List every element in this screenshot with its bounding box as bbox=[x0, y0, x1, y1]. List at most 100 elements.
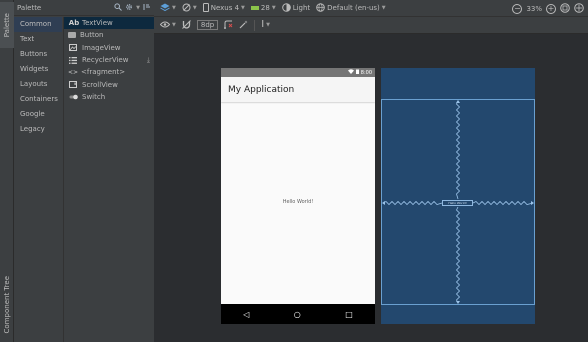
infer-constraints-button[interactable] bbox=[239, 20, 248, 31]
blueprint-constraints bbox=[382, 100, 534, 304]
eye-icon bbox=[159, 21, 171, 30]
widget-item-button[interactable]: Button bbox=[64, 29, 154, 41]
image-icon bbox=[68, 44, 78, 52]
component-tree-tool-tab[interactable]: Component Tree bbox=[0, 270, 14, 340]
list-icon bbox=[68, 56, 78, 64]
palette-category-layouts[interactable]: Layouts bbox=[14, 77, 62, 92]
palette-widget-list: Ab TextView Button ImageView RecyclerVie… bbox=[63, 17, 154, 342]
zoom-level: 33% bbox=[526, 4, 542, 13]
chevron-down-icon: ▼ bbox=[172, 5, 176, 11]
device-selector[interactable]: Nexus 4 ▼ bbox=[202, 2, 245, 14]
magnet-off-icon bbox=[182, 19, 191, 31]
zoom-out-icon[interactable]: − bbox=[512, 3, 523, 14]
design-surface-phone[interactable]: 8:00 My Application Hello World! ◁ ○ □ bbox=[221, 68, 375, 324]
widget-item-label: ScrollView bbox=[82, 80, 118, 89]
widget-item-label: <fragment> bbox=[81, 68, 126, 77]
palette-header: Palette ▼ bbox=[14, 0, 154, 16]
palette-panel: Palette ▼ Common Text Buttons Widgets La… bbox=[14, 0, 154, 342]
globe-icon bbox=[316, 2, 325, 14]
constraint-end-arrow bbox=[531, 201, 534, 205]
palette-title: Palette bbox=[17, 3, 42, 12]
locale-selector[interactable]: Default (en-us) ▼ bbox=[316, 2, 386, 14]
palette-category-common[interactable]: Common bbox=[14, 17, 62, 32]
constraint-top-arrow bbox=[456, 100, 460, 103]
zoom-fit-icon[interactable] bbox=[560, 2, 570, 15]
palette-category-google[interactable]: Google bbox=[14, 107, 62, 122]
orientation-button[interactable]: ▼ bbox=[182, 3, 197, 14]
hello-textview[interactable]: Hello World! bbox=[221, 199, 375, 205]
widget-item-label: Button bbox=[80, 31, 104, 40]
widget-item-textview[interactable]: Ab TextView bbox=[64, 17, 154, 30]
widget-item-label: Switch bbox=[82, 92, 106, 101]
chevron-down-icon: ▼ bbox=[192, 5, 197, 11]
phone-icon bbox=[202, 2, 209, 14]
palette-category-list: Common Text Buttons Widgets Layouts Cont… bbox=[14, 17, 62, 137]
design-surface-button[interactable]: ▼ bbox=[160, 3, 176, 14]
code-brackets-icon: <> bbox=[67, 68, 79, 76]
widget-item-switch[interactable]: Switch bbox=[64, 91, 154, 103]
app-bar: My Application bbox=[221, 77, 375, 102]
constraint-bottom-spring bbox=[455, 206, 461, 304]
back-icon: ◁ bbox=[243, 309, 250, 319]
pan-icon[interactable] bbox=[574, 2, 584, 15]
align-menu-button[interactable]: I ▼ bbox=[261, 19, 271, 30]
blueprint-surface[interactable]: Hello World! bbox=[381, 68, 535, 324]
status-bar: 8:00 bbox=[221, 68, 375, 77]
widget-item-label: TextView bbox=[82, 19, 113, 28]
toggle-icon bbox=[68, 93, 78, 101]
palette-category-legacy[interactable]: Legacy bbox=[14, 122, 62, 137]
constraint-bottom-arrow bbox=[456, 301, 460, 304]
palette-header-actions: ▼ bbox=[114, 2, 151, 13]
button-icon bbox=[68, 32, 76, 39]
status-time: 8:00 bbox=[360, 69, 372, 76]
constraint-end-spring bbox=[472, 200, 534, 206]
default-margin-field[interactable]: 8dp bbox=[196, 20, 219, 30]
wifi-icon bbox=[347, 69, 354, 76]
collapse-panel-icon[interactable] bbox=[143, 3, 151, 13]
android-api-icon bbox=[250, 6, 259, 10]
theme-icon bbox=[281, 2, 291, 14]
chevron-down-icon: ▼ bbox=[241, 5, 245, 11]
device-name: Nexus 4 bbox=[210, 4, 240, 12]
download-icon[interactable]: ⤓ bbox=[147, 56, 150, 65]
gear-icon[interactable] bbox=[125, 3, 133, 13]
rotate-icon bbox=[182, 3, 191, 14]
chevron-down-icon: ▼ bbox=[271, 5, 276, 11]
widget-item-label: ImageView bbox=[82, 43, 121, 52]
magic-wand-icon bbox=[239, 20, 248, 31]
palette-category-containers[interactable]: Containers bbox=[14, 92, 62, 107]
locale-name: Default (en-us) bbox=[327, 4, 380, 12]
chevron-down-icon[interactable]: ▼ bbox=[136, 5, 140, 11]
clear-constraints-icon bbox=[224, 20, 233, 31]
widget-item-recyclerview[interactable]: RecyclerView ⤓ bbox=[64, 54, 154, 66]
widget-item-scrollview[interactable]: ScrollView bbox=[64, 78, 154, 90]
component-tree-tool-tab-label: Component Tree bbox=[3, 276, 11, 334]
tool-window-strip: Palette Component Tree bbox=[0, 0, 14, 342]
autoconnect-toggle[interactable] bbox=[182, 19, 191, 31]
battery-icon bbox=[355, 69, 359, 76]
palette-category-widgets[interactable]: Widgets bbox=[14, 62, 62, 77]
zoom-in-icon[interactable]: + bbox=[546, 3, 556, 14]
palette-tool-tab-label: Palette bbox=[3, 12, 11, 38]
constraint-start-arrow bbox=[382, 201, 385, 205]
api-level-selector[interactable]: 28 ▼ bbox=[250, 4, 276, 12]
palette-tool-tab[interactable]: Palette bbox=[0, 2, 14, 48]
view-options-button[interactable]: ▼ bbox=[159, 21, 176, 30]
widget-item-imageview[interactable]: ImageView bbox=[64, 42, 154, 54]
constraint-toolbar: ▼ 8dp I ▼ bbox=[154, 17, 588, 34]
navigation-bar: ◁ ○ □ bbox=[221, 304, 375, 324]
recents-icon: □ bbox=[345, 309, 353, 319]
blueprint-textview[interactable]: Hello World! bbox=[442, 200, 473, 206]
text-cursor-icon: I bbox=[261, 19, 265, 30]
palette-category-text[interactable]: Text bbox=[14, 32, 62, 47]
clear-constraints-button[interactable] bbox=[224, 20, 233, 31]
home-icon: ○ bbox=[293, 309, 301, 319]
chevron-down-icon: ▼ bbox=[266, 22, 271, 28]
search-icon[interactable] bbox=[114, 2, 122, 13]
scroll-icon bbox=[68, 81, 78, 89]
palette-category-buttons[interactable]: Buttons bbox=[14, 47, 62, 62]
constraint-start-spring bbox=[382, 200, 443, 206]
theme-selector[interactable]: Light bbox=[281, 2, 311, 14]
theme-name: Light bbox=[292, 4, 311, 12]
widget-item-fragment[interactable]: <> <fragment> bbox=[64, 66, 154, 78]
